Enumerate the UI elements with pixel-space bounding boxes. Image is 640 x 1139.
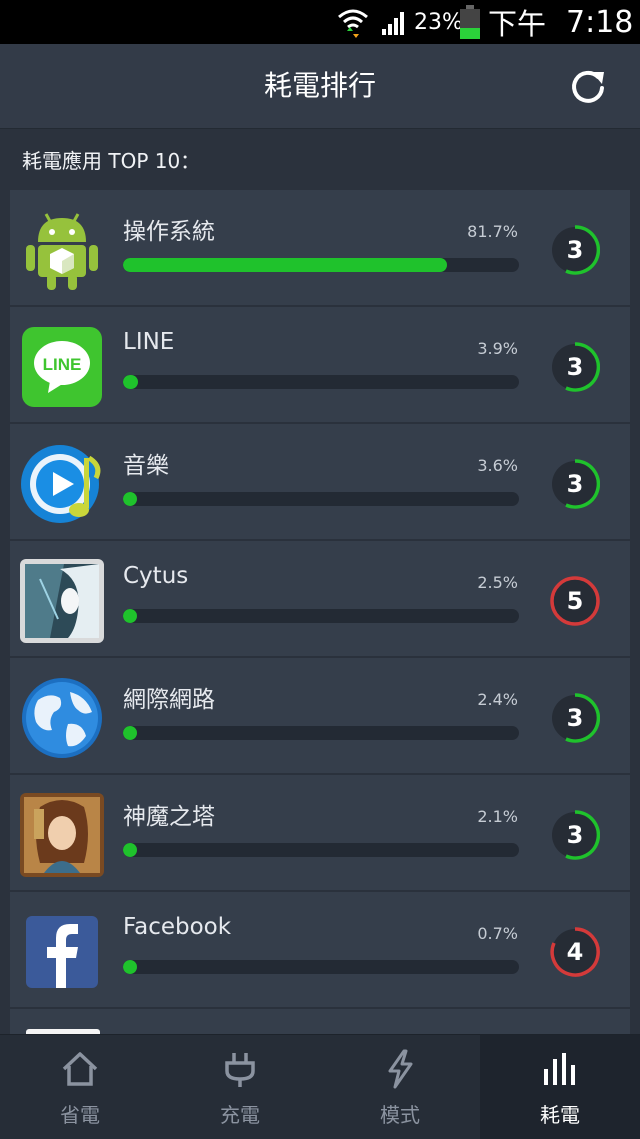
plug-icon	[225, 1053, 255, 1087]
score-badge: 4	[550, 927, 600, 977]
tower-of-saviors-icon	[20, 793, 104, 877]
score-value: 3	[566, 353, 584, 381]
score-badge: 3	[550, 342, 601, 392]
refresh-icon	[572, 70, 604, 103]
nav-label: 充電	[220, 1103, 260, 1127]
nav-label: 模式	[380, 1103, 420, 1127]
music-player-icon	[20, 442, 104, 526]
status-time: 7:18	[566, 4, 634, 40]
app-name: 音樂	[123, 453, 169, 479]
score-badge: 3	[550, 225, 601, 275]
usage-bar	[123, 258, 519, 272]
usage-percent: 3.9%	[477, 339, 518, 358]
battery-icon	[459, 0, 481, 44]
list-item[interactable]: Cytus 2.5% 5	[10, 541, 630, 658]
score-badge: 5	[550, 576, 600, 626]
usage-bar	[123, 609, 519, 623]
usage-bar-fill	[123, 843, 137, 857]
score-value: 3	[566, 704, 584, 732]
cytus-app-icon	[20, 559, 104, 643]
signal-icon	[380, 0, 410, 44]
svg-text:LINE: LINE	[43, 355, 82, 374]
app-name: Cytus	[123, 563, 189, 589]
refresh-button[interactable]	[568, 66, 608, 106]
app-name: Facebook	[123, 914, 232, 940]
list-item[interactable]: 音樂 3.6% 3	[10, 424, 630, 541]
status-bar: 23% 下午 7:18	[0, 0, 640, 44]
list-item[interactable]: 神魔之塔 2.1% 3	[10, 775, 630, 892]
usage-percent: 0.7%	[477, 924, 518, 943]
usage-percent: 2.1%	[477, 807, 518, 826]
bottom-nav: 省電 充電 模式 耗電	[0, 1034, 640, 1139]
nav-tab-charge[interactable]: 充電	[160, 1035, 320, 1139]
usage-bar	[123, 960, 519, 974]
usage-bar-fill	[123, 609, 137, 623]
score-value: 3	[566, 236, 584, 264]
usage-bar	[123, 843, 519, 857]
usage-percent: 2.5%	[477, 573, 518, 592]
nav-tab-power-usage[interactable]: 耗電	[480, 1035, 640, 1139]
app-name: 網際網路	[123, 687, 215, 713]
usage-bar	[123, 375, 519, 389]
usage-percent: 3.6%	[477, 456, 518, 475]
list-item[interactable]: 網際網路 2.4% 3	[10, 658, 630, 775]
nav-tab-save-power[interactable]: 省電	[0, 1035, 160, 1139]
score-badge: 3	[550, 810, 601, 860]
home-icon	[62, 1052, 98, 1086]
nav-label: 省電	[60, 1103, 100, 1127]
usage-bar-fill	[123, 492, 138, 506]
facebook-icon	[20, 910, 104, 994]
wifi-icon	[336, 0, 370, 44]
score-badge: 3	[550, 693, 601, 743]
app-name: 操作系統	[123, 219, 215, 245]
usage-bar	[123, 492, 519, 506]
usage-percent: 81.7%	[467, 222, 518, 241]
list-item[interactable]	[10, 1009, 630, 1034]
app-name: 神魔之塔	[123, 804, 215, 830]
list-item[interactable]: LINE LINE 3.9% 3	[10, 307, 630, 424]
score-value: 4	[566, 938, 584, 966]
usage-bar-fill	[123, 960, 137, 974]
section-label: 耗電應用 TOP 10：	[22, 149, 201, 173]
lightning-icon	[388, 1049, 413, 1089]
usage-bar-fill	[123, 258, 447, 272]
page-title: 耗電排行	[263, 69, 376, 102]
bar-chart-icon	[544, 1053, 575, 1085]
app-name: LINE	[123, 329, 175, 355]
usage-bar	[123, 726, 519, 740]
usage-percent: 2.4%	[477, 690, 518, 709]
score-value: 3	[566, 470, 584, 498]
app-usage-list[interactable]: 操作系統 81.7% 3 LINE LINE 3.9% 3 音樂 3.6% 3 …	[10, 190, 630, 1034]
list-item[interactable]: Facebook 0.7% 4	[10, 892, 630, 1009]
usage-bar-fill	[123, 375, 139, 389]
status-am-pm: 下午	[488, 7, 547, 41]
score-badge: 3	[550, 459, 601, 509]
nav-tab-mode[interactable]: 模式	[320, 1035, 480, 1139]
list-item[interactable]: 操作系統 81.7% 3	[10, 190, 630, 307]
line-app-icon: LINE	[20, 325, 104, 409]
battery-percent: 23%	[414, 9, 463, 35]
globe-icon	[20, 676, 104, 760]
usage-bar-fill	[123, 726, 137, 740]
score-value: 3	[566, 821, 584, 849]
android-icon	[20, 208, 104, 292]
app-header: 耗電排行	[0, 44, 640, 129]
score-value: 5	[566, 587, 584, 615]
nav-label: 耗電	[540, 1103, 580, 1127]
